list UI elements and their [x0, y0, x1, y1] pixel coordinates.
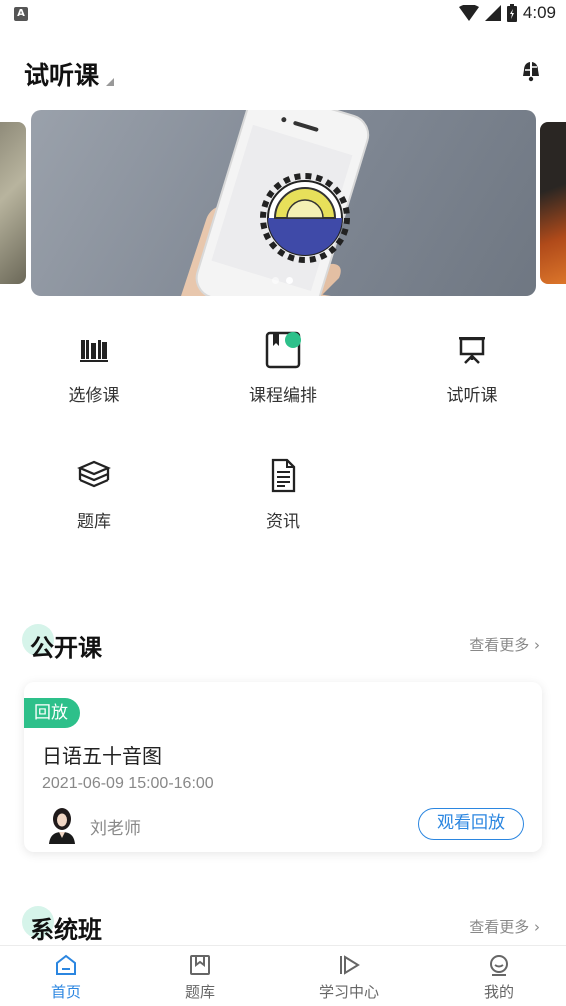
watch-replay-button[interactable]: 观看回放 [418, 808, 524, 840]
bookmark-book-icon [265, 331, 301, 369]
nav-label: 我的 [483, 983, 514, 1001]
header: 试听课 [0, 48, 566, 98]
status-icons: 4:09 [458, 3, 556, 23]
open-class-card[interactable]: 回放 日语五十音图 2021-06-09 15:00-16:00 刘老师 观看回… [24, 682, 542, 852]
play-icon [340, 955, 360, 975]
section-title-open-class: 公开课 [30, 634, 102, 662]
entry-label: 选修课 [68, 386, 120, 406]
wifi-icon [458, 5, 479, 21]
teacher-name: 刘老师 [90, 819, 141, 839]
entry-elective[interactable]: 选修课 [34, 330, 154, 406]
nav-profile[interactable]: 我的 [444, 946, 554, 1006]
banner-image [181, 110, 370, 296]
nav-label: 题库 [184, 983, 215, 1001]
see-more-open-class[interactable]: 查看更多 › [469, 634, 540, 655]
nav-learning-center[interactable]: 学习中心 [294, 946, 404, 1006]
stacked-books-icon [77, 460, 111, 488]
see-more-system-class[interactable]: 查看更多 › [469, 916, 540, 937]
question-bank-icon [190, 955, 210, 975]
course-time: 2021-06-09 15:00-16:00 [42, 775, 214, 792]
signal-icon [484, 5, 501, 21]
course-title: 日语五十音图 [42, 744, 162, 768]
nav-home[interactable]: 首页 [11, 946, 121, 1006]
entry-question-bank[interactable]: 题库 [34, 456, 154, 532]
carousel-dot-2[interactable] [286, 277, 293, 284]
books-icon [80, 340, 108, 362]
banner-carousel[interactable] [31, 110, 536, 296]
battery-icon [506, 4, 517, 22]
nav-label: 首页 [50, 983, 81, 1001]
replay-badge: 回放 [24, 698, 80, 728]
teacher-avatar [49, 808, 75, 844]
profile-icon [490, 955, 508, 976]
carousel-dot-1[interactable] [272, 277, 279, 284]
entry-label: 课程编排 [249, 386, 317, 406]
notification-app-icon: A [14, 7, 28, 21]
page-title-dropdown[interactable]: 试听课 [24, 56, 99, 92]
status-bar: A 4:09 [0, 0, 566, 30]
banner-next-peek[interactable] [540, 122, 566, 284]
dropdown-caret-icon [106, 78, 114, 86]
bottom-nav: 首页 题库 学习中心 我的 [0, 945, 566, 1006]
nav-label: 学习中心 [318, 983, 379, 1001]
entry-label: 题库 [77, 512, 111, 532]
presentation-board-icon [459, 337, 485, 364]
section-title-system-class: 系统班 [30, 916, 102, 944]
home-icon [56, 954, 76, 975]
entry-label: 试听课 [446, 386, 498, 406]
entry-trial[interactable]: 试听课 [412, 330, 532, 406]
entry-label: 资讯 [266, 512, 300, 532]
entry-schedule[interactable]: 课程编排 [223, 330, 343, 406]
bell-icon[interactable] [518, 58, 544, 84]
nav-question-bank[interactable]: 题库 [145, 946, 255, 1006]
banner-prev-peek[interactable] [0, 122, 26, 284]
document-icon [271, 458, 296, 493]
entry-news[interactable]: 资讯 [223, 456, 343, 532]
clock: 4:09 [522, 3, 556, 22]
